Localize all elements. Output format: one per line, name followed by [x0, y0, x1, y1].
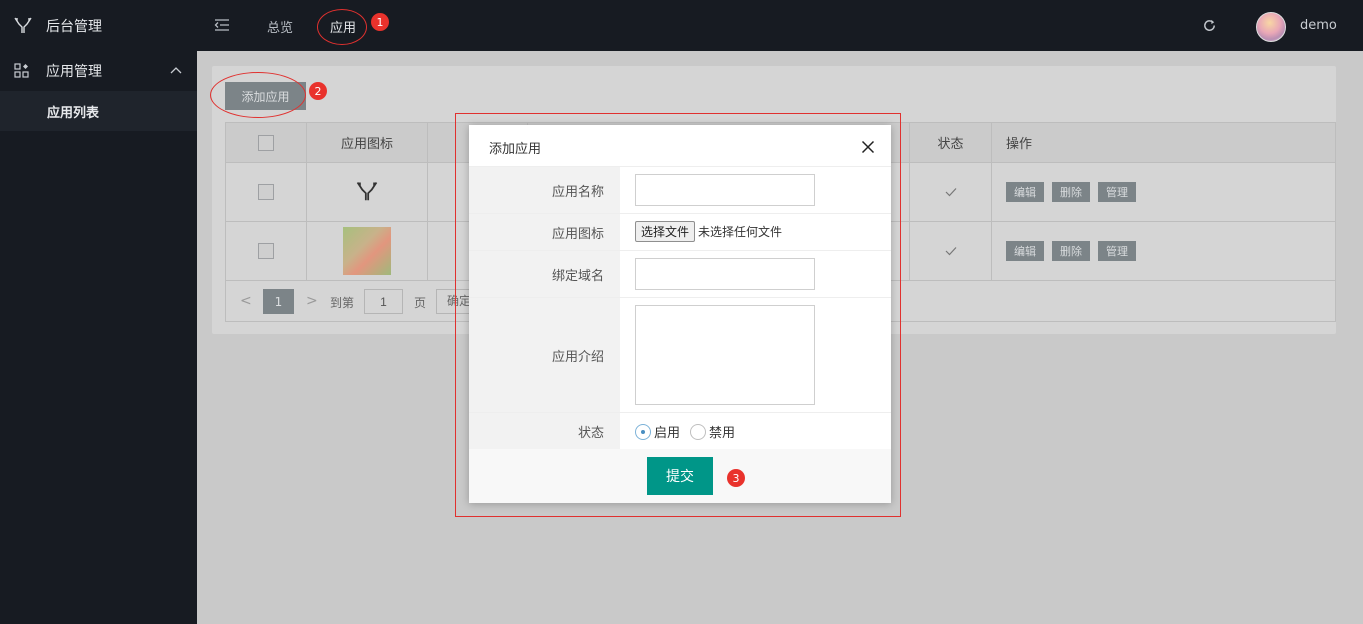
edit-button[interactable]: 编辑 — [1006, 241, 1044, 261]
domain-input[interactable] — [635, 258, 815, 290]
intro-label: 应用介绍 — [469, 298, 620, 412]
select-all-checkbox[interactable] — [258, 134, 274, 151]
current-page[interactable]: 1 — [263, 289, 294, 314]
manage-button[interactable]: 管理 — [1098, 182, 1136, 202]
form-row-status: 状态 启用 禁用 — [469, 413, 891, 449]
brand-title: 后台管理 — [46, 18, 102, 35]
radio-checked-icon — [635, 423, 651, 440]
choose-file-button[interactable]: 选择文件 — [635, 221, 696, 242]
add-app-modal: 添加应用 应用名称 应用图标 选择文件 未选择任何文件 绑定域名 应用介绍 状态 — [469, 125, 891, 503]
antler-app-icon — [356, 182, 378, 201]
name-label: 应用名称 — [469, 167, 620, 213]
status-disabled-radio[interactable]: 禁用 — [690, 422, 735, 441]
form-row-name: 应用名称 — [469, 167, 891, 214]
annotation-badge-1: 1 — [371, 13, 389, 31]
domain-label: 绑定域名 — [469, 251, 620, 297]
sidebar-item-label: 应用管理 — [46, 64, 102, 80]
close-icon[interactable] — [861, 140, 875, 154]
avatar[interactable] — [1256, 12, 1286, 42]
form-row-intro: 应用介绍 — [469, 298, 891, 413]
apps-grid-icon — [14, 63, 29, 78]
column-header-icon: 应用图标 — [340, 137, 393, 152]
status-enabled-radio[interactable]: 启用 — [635, 422, 680, 441]
chevron-up-icon — [170, 67, 182, 74]
manage-button[interactable]: 管理 — [1098, 241, 1136, 261]
row-checkbox[interactable] — [258, 184, 274, 200]
status-disabled-label: 禁用 — [709, 426, 736, 441]
brand: 后台管理 — [0, 0, 197, 51]
edit-button[interactable]: 编辑 — [1006, 182, 1044, 202]
form-row-icon: 应用图标 选择文件 未选择任何文件 — [469, 214, 891, 251]
sidebar-toggle-icon[interactable] — [214, 17, 230, 33]
modal-title: 添加应用 — [489, 142, 542, 157]
goto-label: 到第 — [330, 296, 355, 310]
delete-button[interactable]: 删除 — [1052, 182, 1090, 202]
column-header-status: 状态 — [937, 137, 964, 152]
delete-button[interactable]: 删除 — [1052, 241, 1090, 261]
prev-page-button[interactable]: < — [240, 293, 252, 309]
icon-label: 应用图标 — [469, 214, 620, 250]
radio-unchecked-icon — [690, 423, 707, 440]
user-name[interactable]: demo — [1300, 18, 1337, 33]
annotation-ellipse-add — [210, 72, 306, 118]
submit-button[interactable]: 提交 — [647, 457, 713, 495]
antler-logo-icon — [14, 17, 32, 33]
annotation-ellipse-nav — [317, 9, 367, 45]
row-checkbox[interactable] — [258, 243, 274, 259]
form-row-domain: 绑定域名 — [469, 251, 891, 298]
nav-overview[interactable]: 总览 — [267, 17, 293, 36]
check-icon — [945, 188, 956, 197]
modal-header: 添加应用 — [469, 125, 891, 167]
modal-footer: 提交 — [469, 449, 891, 503]
refresh-icon[interactable] — [1202, 18, 1217, 33]
page-label: 页 — [414, 296, 427, 310]
sidebar-item-label: 应用列表 — [47, 105, 100, 121]
intro-textarea[interactable] — [635, 305, 815, 405]
status-enabled-label: 启用 — [654, 426, 681, 441]
check-icon — [945, 247, 956, 256]
column-header-ops: 操作 — [1006, 137, 1033, 152]
file-status-text: 未选择任何文件 — [698, 225, 783, 239]
annotation-badge-3: 3 — [727, 469, 745, 487]
goto-page-input[interactable] — [364, 289, 403, 314]
flower-app-image — [343, 227, 391, 275]
status-label: 状态 — [469, 413, 620, 449]
sidebar: 后台管理 应用管理 应用列表 — [0, 0, 197, 624]
next-page-button[interactable]: > — [306, 293, 318, 309]
app-name-input[interactable] — [635, 174, 815, 206]
annotation-badge-2: 2 — [309, 82, 327, 100]
sidebar-item-app-management[interactable]: 应用管理 — [0, 51, 197, 91]
sidebar-item-app-list[interactable]: 应用列表 — [0, 91, 197, 131]
